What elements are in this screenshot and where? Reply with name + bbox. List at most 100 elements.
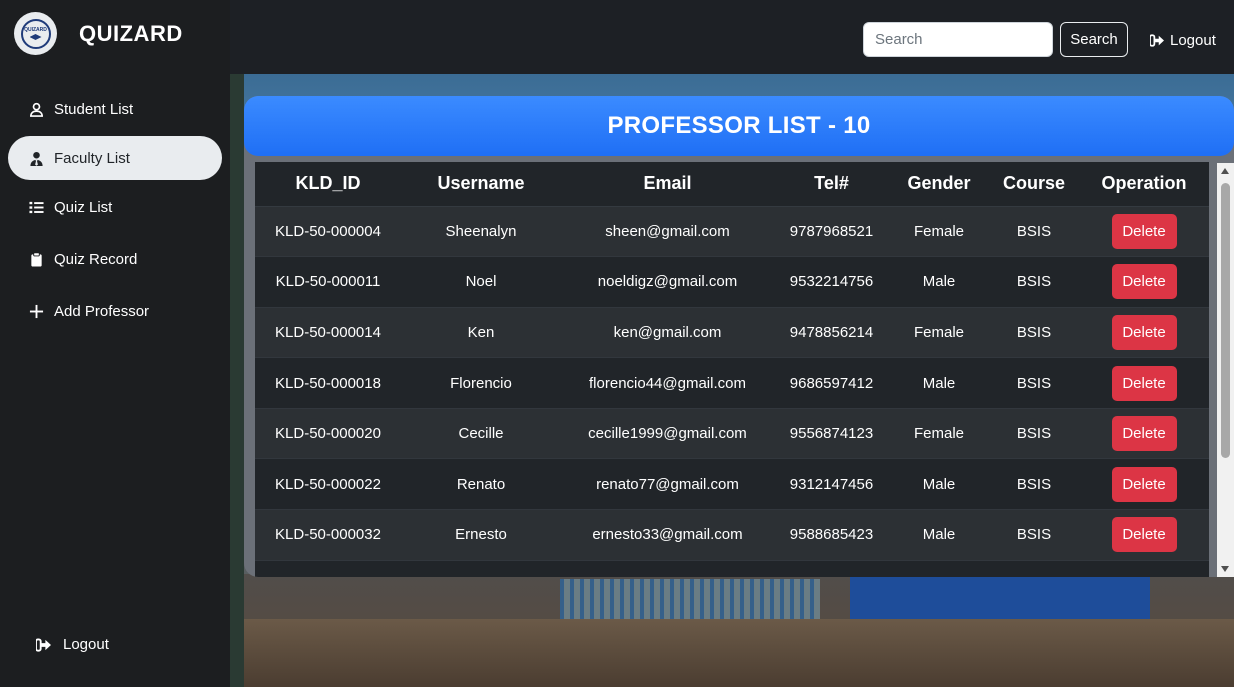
cell-tel: 9588685423 <box>774 509 889 561</box>
logout-icon <box>36 637 51 652</box>
cell-username: Florencio <box>401 357 561 409</box>
sidebar-logout-label: Logout <box>63 636 109 653</box>
cell-kld-id: KLD-50-000014 <box>255 307 401 359</box>
plus-icon <box>28 303 44 319</box>
sidebar-item-student-list[interactable]: Student List <box>8 87 222 131</box>
cell-operation: Delete <box>1079 206 1209 258</box>
cell-gender: Male <box>889 509 989 561</box>
column-header-tel[interactable]: Tel# <box>774 162 889 207</box>
scroll-up-arrow-icon[interactable] <box>1221 168 1229 174</box>
topbar-logout-button[interactable]: Logout <box>1150 32 1216 49</box>
logo-text: QUIZARD <box>24 27 47 33</box>
cell-gender: Male <box>889 357 989 409</box>
table-scroll-area[interactable]: KLD_ID Username Email Tel# Gender Course… <box>255 162 1209 577</box>
cell-tel: 9787968521 <box>774 206 889 258</box>
table-row: KLD-50-000022 Renato renato77@gmail.com … <box>255 458 1209 511</box>
panel-header: PROFESSOR LIST - 10 <box>244 96 1234 156</box>
sidebar-item-quiz-list[interactable]: Quiz List <box>8 185 222 229</box>
cell-username: Cecille <box>401 408 561 460</box>
column-header-gender[interactable]: Gender <box>889 162 989 207</box>
cell-tel: 9312147456 <box>774 458 889 511</box>
table-row: KLD-50-000018 Florencio florencio44@gmai… <box>255 357 1209 409</box>
cell-username: Sheenalyn <box>401 206 561 258</box>
column-header-username[interactable]: Username <box>401 162 561 207</box>
cell-operation: Delete <box>1079 307 1209 359</box>
cell-operation: Delete <box>1079 458 1209 511</box>
delete-button[interactable]: Delete <box>1111 466 1177 502</box>
cell-course: BSIS <box>989 256 1079 308</box>
list-icon <box>28 199 44 215</box>
sidebar-item-quiz-record[interactable]: Quiz Record <box>8 237 222 281</box>
column-header-operation: Operation <box>1079 162 1209 207</box>
delete-button[interactable]: Delete <box>1111 517 1177 553</box>
cell-username: Renato <box>401 458 561 511</box>
cell-gender: Female <box>889 408 989 460</box>
cell-operation: Delete <box>1079 357 1209 409</box>
column-header-kld-id[interactable]: KLD_ID <box>255 162 401 207</box>
quizard-logo: QUIZARD <box>14 12 57 55</box>
cell-course: BSIS <box>989 458 1079 511</box>
delete-button[interactable]: Delete <box>1111 264 1177 300</box>
cell-course: BSIS <box>989 307 1079 359</box>
scroll-down-arrow-icon[interactable] <box>1221 566 1229 572</box>
table-row: KLD-50-000032 Ernesto ernesto33@gmail.co… <box>255 509 1209 561</box>
cell-email: renato77@gmail.com <box>561 458 774 511</box>
cell-tel: 9478856214 <box>774 307 889 359</box>
cell-kld-id: KLD-50-000011 <box>255 256 401 308</box>
logout-icon <box>1150 34 1164 47</box>
delete-button[interactable]: Delete <box>1111 314 1177 350</box>
cell-gender: Female <box>889 307 989 359</box>
app-name: QUIZARD <box>79 20 183 46</box>
clipboard-icon <box>28 251 44 267</box>
cell-gender: Male <box>889 458 989 511</box>
cell-email: cecille1999@gmail.com <box>561 408 774 460</box>
cell-kld-id: KLD-50-000004 <box>255 206 401 258</box>
sidebar-item-label: Quiz List <box>54 198 113 216</box>
cell-kld-id: KLD-50-000020 <box>255 408 401 460</box>
table-header-row: KLD_ID Username Email Tel# Gender Course… <box>255 162 1209 207</box>
cell-email: ken@gmail.com <box>561 307 774 359</box>
professor-table: KLD_ID Username Email Tel# Gender Course… <box>255 162 1209 561</box>
cell-email: noeldigz@gmail.com <box>561 256 774 308</box>
delete-button[interactable]: Delete <box>1111 213 1177 249</box>
sidebar: QUIZARD QUIZARD Student List Faculty Lis… <box>0 0 230 687</box>
search-button[interactable]: Search <box>1060 22 1128 57</box>
sidebar-logout-button[interactable]: Logout <box>36 636 109 653</box>
cell-kld-id: KLD-50-000022 <box>255 458 401 511</box>
professor-list-panel: PROFESSOR LIST - 10 KLD_ID Username Emai… <box>244 96 1234 577</box>
table-scrollbar[interactable] <box>1217 163 1234 577</box>
cell-email: florencio44@gmail.com <box>561 357 774 409</box>
delete-button[interactable]: Delete <box>1111 365 1177 401</box>
brand[interactable]: QUIZARD QUIZARD <box>14 12 183 55</box>
user-icon <box>28 101 44 117</box>
sidebar-nav: Student List Faculty List Quiz List Quiz… <box>8 87 222 338</box>
cell-tel: 9532214756 <box>774 256 889 308</box>
search-input[interactable] <box>863 22 1053 57</box>
cell-username: Noel <box>401 256 561 308</box>
sidebar-item-add-professor[interactable]: Add Professor <box>8 289 222 333</box>
user-tie-icon <box>28 150 44 166</box>
table-row: KLD-50-000020 Cecille cecille1999@gmail.… <box>255 408 1209 460</box>
cell-course: BSIS <box>989 206 1079 258</box>
topbar: Search Logout <box>230 0 1234 74</box>
page-title: PROFESSOR LIST - 10 <box>607 112 871 139</box>
cell-username: Ken <box>401 307 561 359</box>
scrollbar-thumb[interactable] <box>1221 183 1230 458</box>
delete-button[interactable]: Delete <box>1111 416 1177 452</box>
column-header-email[interactable]: Email <box>561 162 774 207</box>
column-header-course[interactable]: Course <box>989 162 1079 207</box>
table-row: KLD-50-000004 Sheenalyn sheen@gmail.com … <box>255 206 1209 258</box>
table-row: KLD-50-000014 Ken ken@gmail.com 94788562… <box>255 307 1209 359</box>
cell-course: BSIS <box>989 357 1079 409</box>
topbar-logout-label: Logout <box>1170 32 1216 49</box>
cell-kld-id: KLD-50-000032 <box>255 509 401 561</box>
cell-operation: Delete <box>1079 509 1209 561</box>
sidebar-item-label: Student List <box>54 100 134 118</box>
cell-course: BSIS <box>989 408 1079 460</box>
cell-kld-id: KLD-50-000018 <box>255 357 401 409</box>
table-row: KLD-50-000011 Noel noeldigz@gmail.com 95… <box>255 256 1209 308</box>
cell-operation: Delete <box>1079 408 1209 460</box>
cell-gender: Female <box>889 206 989 258</box>
sidebar-item-faculty-list[interactable]: Faculty List <box>8 136 222 180</box>
cell-tel: 9686597412 <box>774 357 889 409</box>
